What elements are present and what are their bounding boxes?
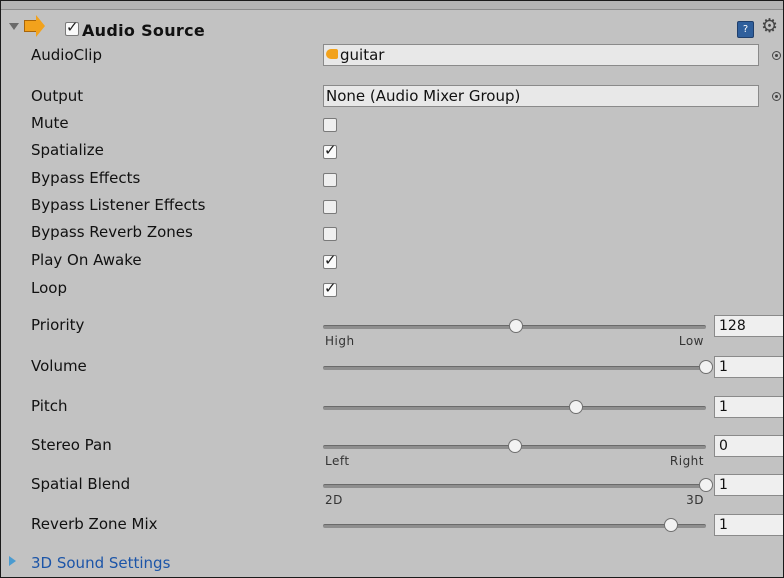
play-on-awake-checkbox[interactable] [323,251,337,269]
volume-label: Volume [31,357,87,375]
spatial-blend-slider-thumb[interactable] [699,478,713,492]
bypass-reverb-zones-checkbox[interactable] [323,227,337,241]
stereo-pan-value-field[interactable]: 0 [714,435,783,457]
output-field[interactable]: None (Audio Mixer Group) [323,85,759,107]
priority-slider-track[interactable] [323,319,706,333]
audio-clip-icon [326,49,338,59]
audioclip-label: AudioClip [31,46,102,64]
help-book-icon[interactable]: ? [737,21,754,38]
priority-min-caption: High [325,334,355,348]
spatial-blend-min-caption: 2D [325,493,343,507]
bypass-effects-checkbox[interactable] [323,173,337,187]
pitch-label: Pitch [31,397,68,415]
reverb-zone-mix-slider-thumb[interactable] [664,518,679,532]
reverb-zone-mix-value-field[interactable]: 1 [714,514,783,536]
reverb-zone-mix-slider-track[interactable] [323,518,706,532]
inspector-panel: Audio Source ? ⚙ AudioClip guitar Output… [0,0,784,578]
reverb-zone-mix-label: Reverb Zone Mix [31,515,158,533]
stereo-pan-slider-track[interactable] [323,439,706,453]
loop-label: Loop [31,279,67,297]
priority-slider-thumb[interactable] [508,319,523,333]
spatial-blend-max-caption: 3D [686,493,704,507]
volume-slider-thumb[interactable] [699,360,713,374]
mute-checkbox[interactable] [323,118,337,132]
stereo-pan-slider-thumb[interactable] [507,439,522,453]
output-object-picker-icon[interactable] [772,92,781,101]
bypass-listener-effects-checkbox[interactable] [323,200,337,214]
pitch-slider-thumb[interactable] [569,400,584,414]
output-label: Output [31,87,84,105]
spatialize-label: Spatialize [31,141,104,159]
bypass-effects-label: Bypass Effects [31,169,141,187]
mute-label: Mute [31,114,69,132]
loop-checkbox[interactable] [323,279,337,297]
audioclip-value: guitar [340,46,385,64]
priority-label: Priority [31,316,85,334]
component-title: Audio Source [82,21,206,40]
volume-value-field[interactable]: 1 [714,356,783,378]
stereo-pan-min-caption: Left [325,454,350,468]
spatialize-checkbox[interactable] [323,141,337,159]
volume-slider-track[interactable] [323,360,713,374]
spatial-blend-slider-track[interactable] [323,478,713,492]
priority-max-caption: Low [678,334,704,348]
bypass-reverb-zones-label: Bypass Reverb Zones [31,223,193,241]
gear-icon[interactable]: ⚙ [761,16,778,36]
spatial-blend-value-field[interactable]: 1 [714,474,783,496]
foldout-arrow-icon[interactable] [9,23,19,30]
foldout-arrow-icon[interactable] [9,556,16,566]
play-on-awake-label: Play On Awake [31,251,142,269]
stereo-pan-max-caption: Right [669,454,704,468]
audioclip-field[interactable]: guitar [323,44,759,66]
stereo-pan-label: Stereo Pan [31,436,112,454]
audioclip-object-picker-icon[interactable] [772,51,781,60]
pitch-slider-track[interactable] [323,400,706,414]
priority-value-field[interactable]: 128 [714,315,783,337]
output-value: None (Audio Mixer Group) [326,87,521,105]
speaker-icon [24,15,45,37]
component-header[interactable]: Audio Source ? ⚙ [1,10,783,40]
3d-sound-settings-label[interactable]: 3D Sound Settings [31,554,170,572]
spatial-blend-label: Spatial Blend [31,475,131,493]
pitch-value-field[interactable]: 1 [714,396,783,418]
component-enabled-checkbox[interactable] [65,18,79,36]
bypass-listener-effects-label: Bypass Listener Effects [31,196,206,214]
top-strip [1,1,783,10]
